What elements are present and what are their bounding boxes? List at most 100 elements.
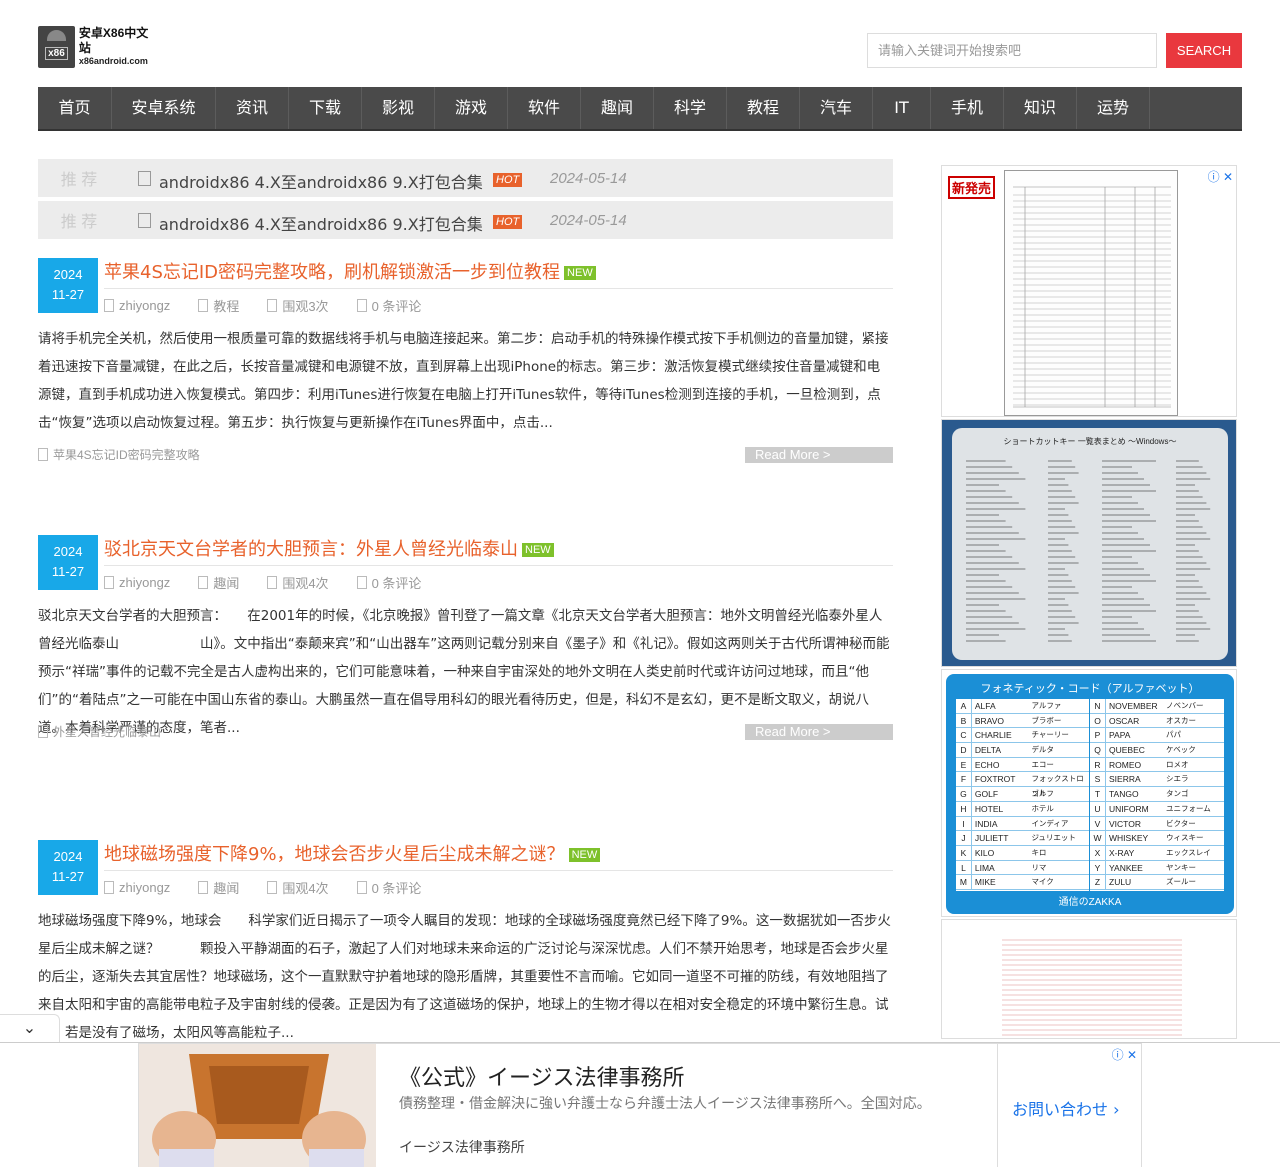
site-logo[interactable]: x86 安卓X86中文站 x86android.com [38, 26, 160, 68]
recommended-item[interactable]: 推 荐 androidx86 4.X至androidx86 9.X打包合集 HOT 2… [38, 159, 893, 197]
post-author[interactable]: zhiyongz [104, 573, 170, 592]
phonetic-word: OSCAR [1109, 715, 1140, 726]
site-header: x86 安卓X86中文站 x86android.com SEARCH [38, 0, 1242, 87]
post-date-badge: 2024 11-27 [38, 535, 98, 590]
post-comments[interactable]: 0 条评论 [356, 573, 421, 592]
phonetic-row: J JULIETT ジュリエット [956, 831, 1089, 846]
post-views: 围观4次 [267, 878, 329, 897]
post-category[interactable]: 趣闻 [198, 878, 239, 897]
post-author[interactable]: zhiyongz [104, 878, 170, 897]
category-name: 教程 [213, 299, 240, 314]
read-more-button[interactable]: Read More > [745, 724, 893, 740]
post-date-badge: 2024 11-27 [38, 258, 98, 313]
post-comments[interactable]: 0 条评论 [356, 878, 422, 897]
phonetic-letter: T [1090, 787, 1106, 801]
nav-item[interactable]: IT [873, 87, 931, 129]
post-title[interactable]: 驳北京天文台学者的大胆预言：外星人曾经光临泰山 [104, 539, 518, 560]
logo-badge: x86 [45, 46, 68, 60]
site-name: 安卓X86中文站 [78, 26, 149, 56]
phonetic-word: VICTOR [1109, 818, 1141, 829]
recommended-title[interactable]: androidx86 4.X至androidx86 9.X打包合集 [159, 211, 483, 235]
nav-item[interactable]: 手机 [931, 87, 1004, 129]
post-category[interactable]: 教程 [198, 296, 239, 315]
post-comments[interactable]: 0 条评论 [356, 296, 422, 315]
post-category[interactable]: 趣闻 [198, 573, 239, 592]
phonetic-letter: L [956, 860, 972, 875]
search-button[interactable]: SEARCH [1166, 33, 1242, 68]
nav-item[interactable]: 软件 [508, 87, 581, 129]
nav-item[interactable]: 下载 [289, 87, 362, 129]
nav-item[interactable]: 汽车 [800, 87, 873, 129]
document-lines-graphic [1013, 186, 1171, 408]
post-day: 11-27 [51, 564, 85, 579]
shortcut-card-heading: ショートカットキー 一覧表まとめ ～Windows～ [1003, 437, 1177, 446]
phonetic-kana: パパ [1166, 730, 1181, 740]
nav-item[interactable]: 安卓系统 [112, 87, 216, 129]
nav-item[interactable]: 趣闻 [581, 87, 654, 129]
wallet-hands-image [139, 1044, 376, 1167]
nav-item[interactable]: 科学 [654, 87, 727, 129]
phonetic-kana: フォックストロット [1031, 774, 1084, 798]
user-icon [104, 299, 114, 312]
phonetic-row: G GOLF ゴルフ [956, 787, 1089, 802]
nav-item[interactable]: 影视 [362, 87, 435, 129]
post-author[interactable]: zhiyongz [104, 296, 170, 315]
folder-icon [198, 881, 209, 894]
phonetic-kana: ホテル [1031, 803, 1054, 813]
recommended-list: 推 荐 androidx86 4.X至androidx86 9.X打包合集 HOT 2… [38, 159, 893, 239]
nav-item[interactable]: 知识 [1004, 87, 1077, 129]
phonetic-letter: H [956, 801, 972, 816]
sidebar-ad-3[interactable]: フォネティック・コード（アルファベット） A ALFA アルファ B BRAVO ブラボー… [941, 669, 1237, 917]
view-count: 围观4次 [282, 881, 329, 896]
post-year: 2024 [53, 849, 83, 864]
comment-icon [356, 576, 367, 589]
nav-item[interactable]: 首页 [38, 87, 112, 129]
search-input[interactable] [867, 33, 1157, 68]
phonetic-row: N NOVEMBER ノベンバー [1090, 699, 1224, 714]
tag-link[interactable]: 苹果4S忘记ID密码完整攻略 [53, 446, 200, 463]
post-title[interactable]: 苹果4S忘记ID密码完整攻略，刷机解锁激活一步到位教程 [104, 262, 560, 283]
nav-item[interactable]: 运势 [1077, 87, 1150, 129]
contact-button[interactable]: お問い合わせ › [1012, 1096, 1120, 1120]
phonetic-kana: ジュリエット [1031, 833, 1076, 843]
phonetic-row: V VICTOR ビクター [1090, 816, 1224, 832]
post-title[interactable]: 地球磁场强度下降9%，地球会否步火星后尘成未解之谜？ [104, 844, 565, 865]
ad-choices-icon[interactable]: ⓘ ✕ [1112, 1046, 1137, 1063]
nav-item[interactable]: 资讯 [216, 87, 289, 129]
phonetic-word: JULIETT [974, 833, 1009, 844]
recommended-title[interactable]: androidx86 4.X至androidx86 9.X打包合集 [159, 169, 483, 193]
user-icon [104, 576, 114, 589]
phonetic-word: CHARLIE [974, 730, 1012, 741]
ad-choices-icon[interactable]: ⓘ ✕ [1208, 168, 1233, 185]
post-title-row: 苹果4S忘记ID密码完整攻略，刷机解锁激活一步到位教程 NEW [104, 258, 596, 284]
nav-item[interactable]: 教程 [727, 87, 800, 129]
empty-wallet-graphic [139, 1044, 376, 1167]
user-icon [104, 881, 114, 894]
phonetic-row: Y YANKEE ヤンキー [1090, 860, 1224, 876]
logo-text: 安卓X86中文站 x86android.com [79, 26, 160, 67]
phonetic-word: KILO [974, 847, 995, 858]
comment-count: 0 条评论 [371, 299, 422, 314]
comment-count: 0 条评论 [371, 881, 422, 896]
post-excerpt: 请将手机完全关机，然后使用一根质量可靠的数据线将手机与电脑连接起来。第二步：启动… [38, 331, 889, 431]
post-meta: zhiyongz 趣闻 围观4次 0 条评论 [104, 878, 449, 897]
author-name: zhiyongz [119, 880, 171, 895]
read-more-button[interactable]: Read More > [745, 447, 893, 463]
phonetic-word: DELTA [974, 745, 1002, 756]
post-views: 围观3次 [267, 296, 329, 315]
recommended-item[interactable]: 推 荐 androidx86 4.X至androidx86 9.X打包合集 HOT 2… [38, 201, 893, 239]
nav-item[interactable]: 游戏 [435, 87, 508, 129]
phonetic-word: MIKE [974, 877, 996, 888]
bottom-banner-ad[interactable]: 《公式》イージス法律事務所 債務整理・借金解決に強い弁護士なら弁護士法人イージス… [138, 1043, 1142, 1167]
sidebar-ad-2[interactable]: ショートカットキー 一覧表まとめ ～Windows～ [941, 419, 1237, 667]
sidebar-ad-1[interactable]: 新発売 ⓘ ✕ [941, 165, 1237, 417]
collapse-ad-button[interactable]: ⌄ [0, 1014, 60, 1042]
phonetic-kana: シエラ [1166, 774, 1189, 784]
phonetic-letter: P [1090, 728, 1106, 743]
phonetic-row: H HOTEL ホテル [956, 801, 1089, 817]
phonetic-word: PAPA [1109, 730, 1131, 741]
sidebar-ad-4[interactable] [941, 919, 1237, 1039]
bottom-ad-title[interactable]: 《公式》イージス法律事務所 [399, 1060, 685, 1092]
new-badge: NEW [568, 848, 601, 862]
tag-link[interactable]: 外星人曾经光临泰山 [53, 723, 161, 740]
